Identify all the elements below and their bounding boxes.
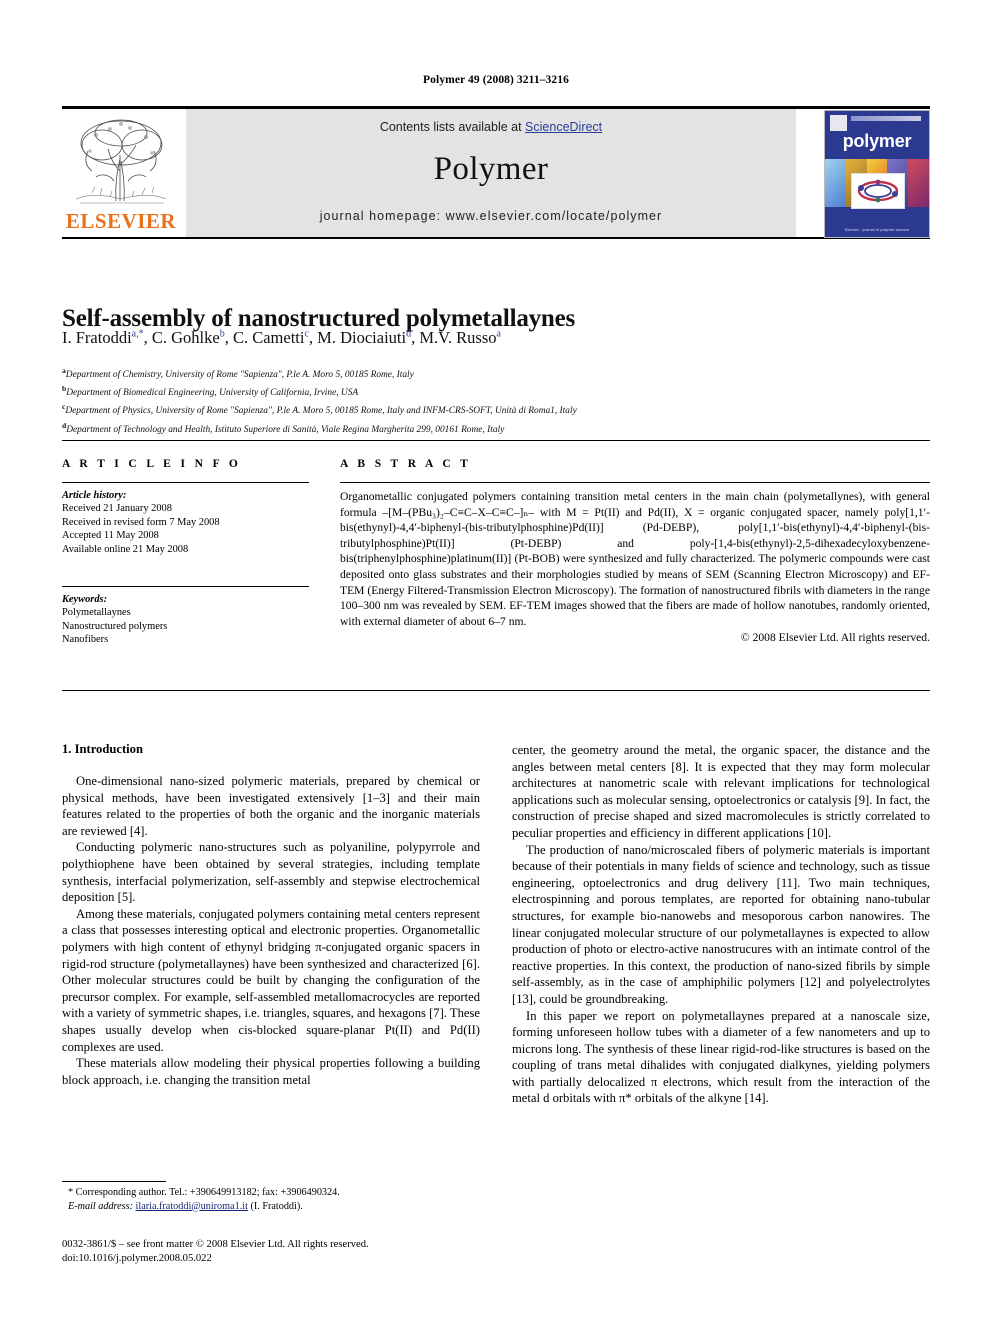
info-section-top-rule: [62, 440, 930, 441]
body-paragraph-l1: Conducting polymeric nano-structures suc…: [62, 840, 480, 905]
journal-homepage[interactable]: journal homepage: www.elsevier.com/locat…: [186, 209, 796, 223]
body-column-right: center, the geometry around the metal, t…: [512, 742, 930, 1107]
contents-available-prefix: Contents lists available at: [379, 120, 526, 134]
journal-masthead: ELSEVIER Contents lists available at Sci…: [62, 106, 930, 239]
keyword-1: Nanostructured polymers: [62, 620, 168, 632]
email-line: E-mail address: ilaria.fratoddi@uniroma1…: [62, 1200, 480, 1214]
author-2: C. Camettic: [232, 328, 309, 347]
body-paragraph-r0: center, the geometry around the metal, t…: [512, 743, 930, 840]
author-0: I. Fratoddia,*: [62, 328, 144, 347]
affiliation-3: dDepartment of Technology and Health, Is…: [62, 420, 505, 435]
email-label: E-mail address:: [68, 1200, 133, 1212]
article-history-2: Accepted 11 May 2008: [62, 530, 159, 542]
author-2-marks: c: [304, 328, 309, 340]
body-paragraph-l3: These materials allow modeling their phy…: [62, 1056, 480, 1087]
cover-footer-text: Elsevier · journal of polymer science: [844, 227, 910, 232]
body-column-left: 1. Introduction One-dimensional nano-siz…: [62, 742, 480, 1088]
body-paragraph-l2: Among these materials, conjugated polyme…: [62, 906, 480, 1054]
email-suffix: (I. Fratoddi).: [250, 1200, 303, 1212]
elsevier-tree-icon: [66, 115, 176, 207]
article-history-3: Available online 21 May 2008: [62, 543, 189, 555]
email-link[interactable]: ilaria.fratoddi@uniroma1.it: [136, 1201, 248, 1212]
affiliation-1: bDepartment of Biomedical Engineering, U…: [62, 384, 359, 399]
author-1-marks: b: [219, 328, 225, 340]
keywords-rule: [62, 586, 309, 588]
author-3-marks: d: [406, 328, 412, 340]
article-history-1: Received in revised form 7 May 2008: [62, 516, 220, 528]
article-info-rule: [62, 482, 309, 483]
footer-doi-line[interactable]: doi:10.1016/j.polymer.2008.05.022: [62, 1252, 562, 1266]
article-info-heading: A R T I C L E I N F O: [62, 458, 242, 470]
abstract-copyright: © 2008 Elsevier Ltd. All rights reserved…: [740, 631, 930, 645]
author-4: M.V. Russoa: [419, 328, 501, 347]
article-page: Polymer 49 (2008) 3211–3216 ELSEVIER Con…: [0, 0, 992, 1323]
article-history-label: Article history:: [62, 490, 127, 501]
running-head: Polymer 49 (2008) 3211–3216: [423, 74, 569, 86]
journal-title: Polymer: [433, 151, 549, 187]
journal-cover-thumbnail[interactable]: polymer Elsevier · journal of polymer sc…: [824, 110, 930, 238]
abstract-column: A B S T R A C T Organometallic conjugate…: [340, 458, 930, 644]
affiliation-2: cDepartment of Physics, University of Ro…: [62, 402, 577, 417]
keyword-2: Nanofibers: [62, 634, 109, 646]
footnote-block: * Corresponding author. Tel.: +390649913…: [62, 1186, 480, 1213]
affiliation-0: aDepartment of Chemistry, University of …: [62, 366, 414, 381]
sciencedirect-link[interactable]: ScienceDirect: [525, 120, 602, 134]
author-0-marks: a,*: [131, 328, 144, 340]
page-footer: 0032-3861/$ – see front matter © 2008 El…: [62, 1238, 562, 1267]
cover-title: polymer: [842, 131, 912, 151]
body-paragraph-r1: The production of nano/microscaled fiber…: [512, 842, 930, 1006]
cover-inset-graphic: [851, 173, 905, 209]
keywords-label: Keywords:: [62, 594, 108, 606]
abstract-rule: [340, 482, 930, 483]
cover-elsevier-mark-icon: [830, 115, 847, 131]
article-info-column: A R T I C L E I N F O Article history: R…: [62, 458, 309, 647]
affiliation-list: aDepartment of Chemistry, University of …: [62, 364, 930, 437]
author-1: C. Gohlkeb: [151, 328, 225, 347]
author-3: M. Diociaiutid: [317, 328, 412, 347]
elsevier-wordmark: ELSEVIER: [65, 209, 177, 233]
keyword-0: Polymetallaynes: [62, 607, 131, 619]
abstract-heading: A B S T R A C T: [340, 458, 472, 470]
section-heading-introduction: 1. Introduction: [62, 742, 143, 756]
footnote-rule: [62, 1181, 166, 1182]
cover-top-rule: [851, 116, 921, 121]
footer-copyright-line: 0032-3861/$ – see front matter © 2008 El…: [62, 1239, 369, 1250]
corresponding-author-line: * Corresponding author. Tel.: +390649913…: [68, 1187, 340, 1198]
abstract-text: Organometallic conjugated polymers conta…: [340, 490, 930, 628]
body-paragraph-l0: One-dimensional nano-sized polymeric mat…: [62, 774, 480, 838]
elsevier-logo: ELSEVIER: [62, 111, 180, 235]
masthead-center-band: Contents lists available at ScienceDirec…: [186, 109, 796, 237]
author-4-marks: a: [496, 328, 501, 340]
contents-available-line: Contents lists available at ScienceDirec…: [186, 120, 796, 134]
info-section-bottom-rule: [62, 690, 930, 691]
author-list: I. Fratoddia,*, C. Gohlkeb, C. Camettic,…: [62, 328, 501, 347]
article-history-0: Received 21 January 2008: [62, 503, 172, 515]
keywords-block: Keywords: Polymetallaynes Nanostructured…: [62, 593, 309, 647]
article-history-block: Article history: Received 21 January 200…: [62, 489, 309, 556]
body-paragraph-r2: In this paper we report on polymetallayn…: [512, 1008, 930, 1106]
